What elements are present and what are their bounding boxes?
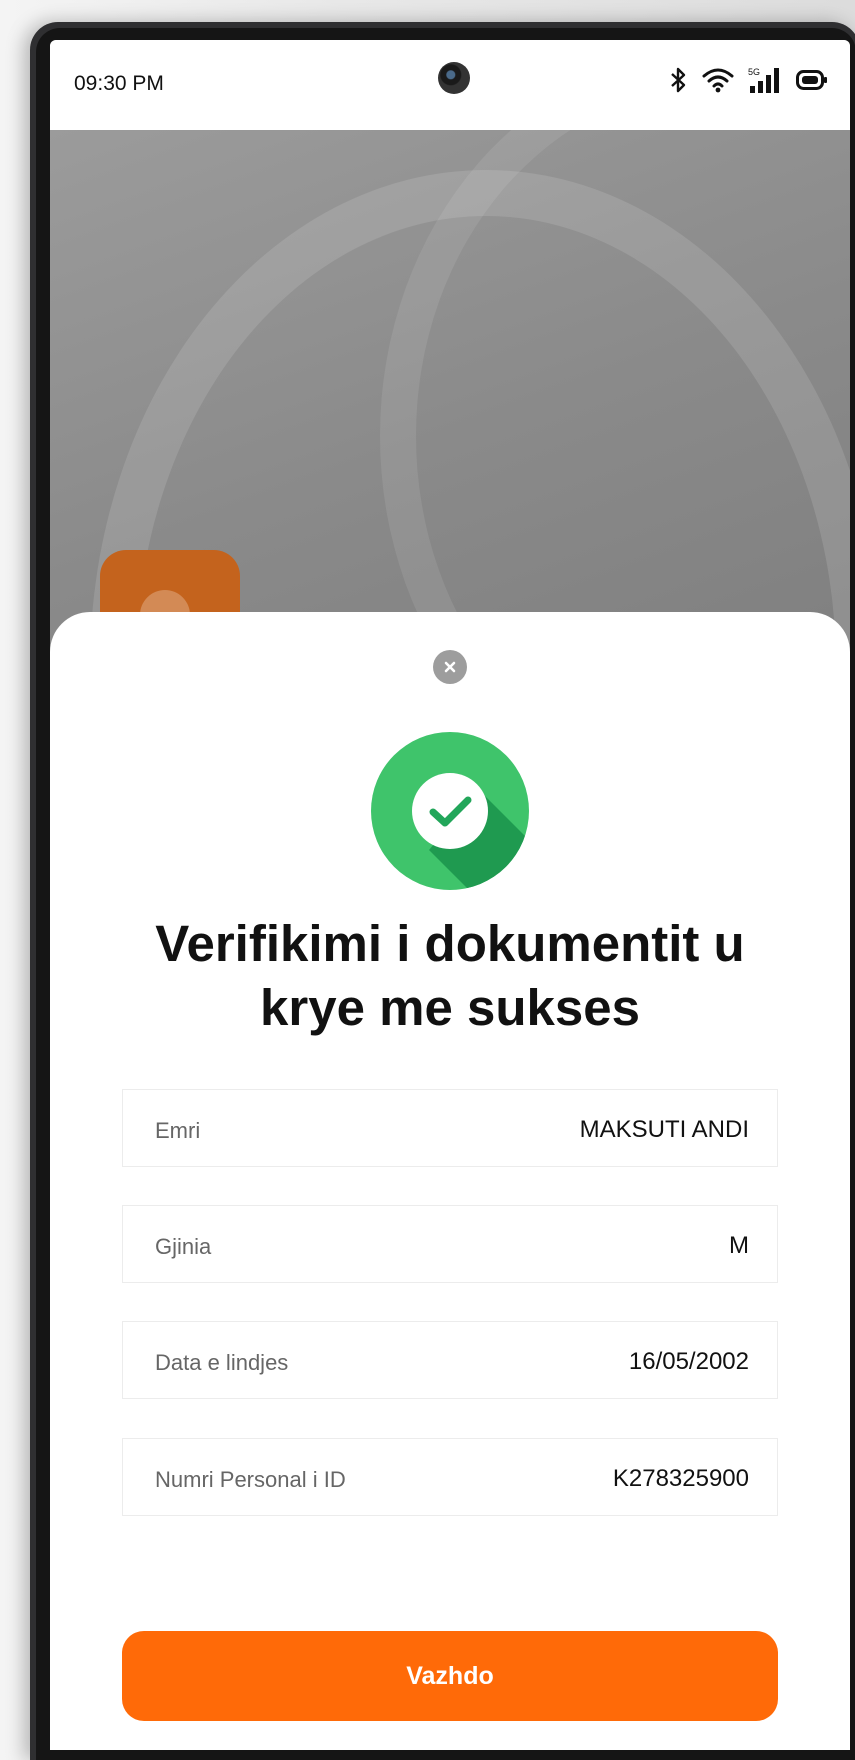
info-row-personal-id: Numri Personal i ID K278325900	[122, 1438, 778, 1516]
continue-button[interactable]: Vazhdo	[122, 1631, 778, 1721]
front-camera	[438, 62, 470, 94]
close-button[interactable]	[433, 650, 467, 684]
info-row-birthdate: Data e lindjes 16/05/2002	[122, 1321, 778, 1399]
field-label: Data e lindjes	[155, 1350, 289, 1375]
title-line-1: Verifikimi i dokumentit u	[155, 915, 745, 972]
field-value: K278325900	[612, 1465, 749, 1492]
title-line-2: krye me sukses	[260, 979, 640, 1036]
field-label: Emri	[155, 1118, 201, 1143]
field-label: Numri Personal i ID	[155, 1467, 346, 1492]
network-badge: 5G	[748, 67, 760, 77]
5g-signal-icon: 5G	[748, 66, 782, 99]
success-badge	[369, 730, 531, 892]
status-icons: 5G	[670, 66, 828, 99]
verification-sheet: Verifikimi i dokumentit u krye me sukses…	[50, 612, 850, 1750]
page-title: Verifikimi i dokumentit u krye me sukses	[90, 912, 810, 1040]
wifi-icon	[702, 67, 734, 98]
phone-screen: 09:30 PM 5G Verifikimi i dokumentit u kr…	[50, 40, 850, 1750]
close-icon	[444, 661, 456, 673]
field-value: M	[729, 1232, 749, 1259]
info-row-gender: Gjinia M	[122, 1205, 778, 1283]
status-bar: 09:30 PM 5G	[50, 40, 850, 130]
field-value: 16/05/2002	[628, 1348, 749, 1375]
status-time: 09:30 PM	[74, 72, 164, 95]
battery-icon	[796, 69, 828, 96]
info-row-name: Emri MAKSUTI ANDI	[122, 1089, 778, 1167]
bluetooth-icon	[670, 67, 688, 98]
field-value: MAKSUTI ANDI	[579, 1116, 749, 1143]
field-label: Gjinia	[155, 1234, 212, 1259]
